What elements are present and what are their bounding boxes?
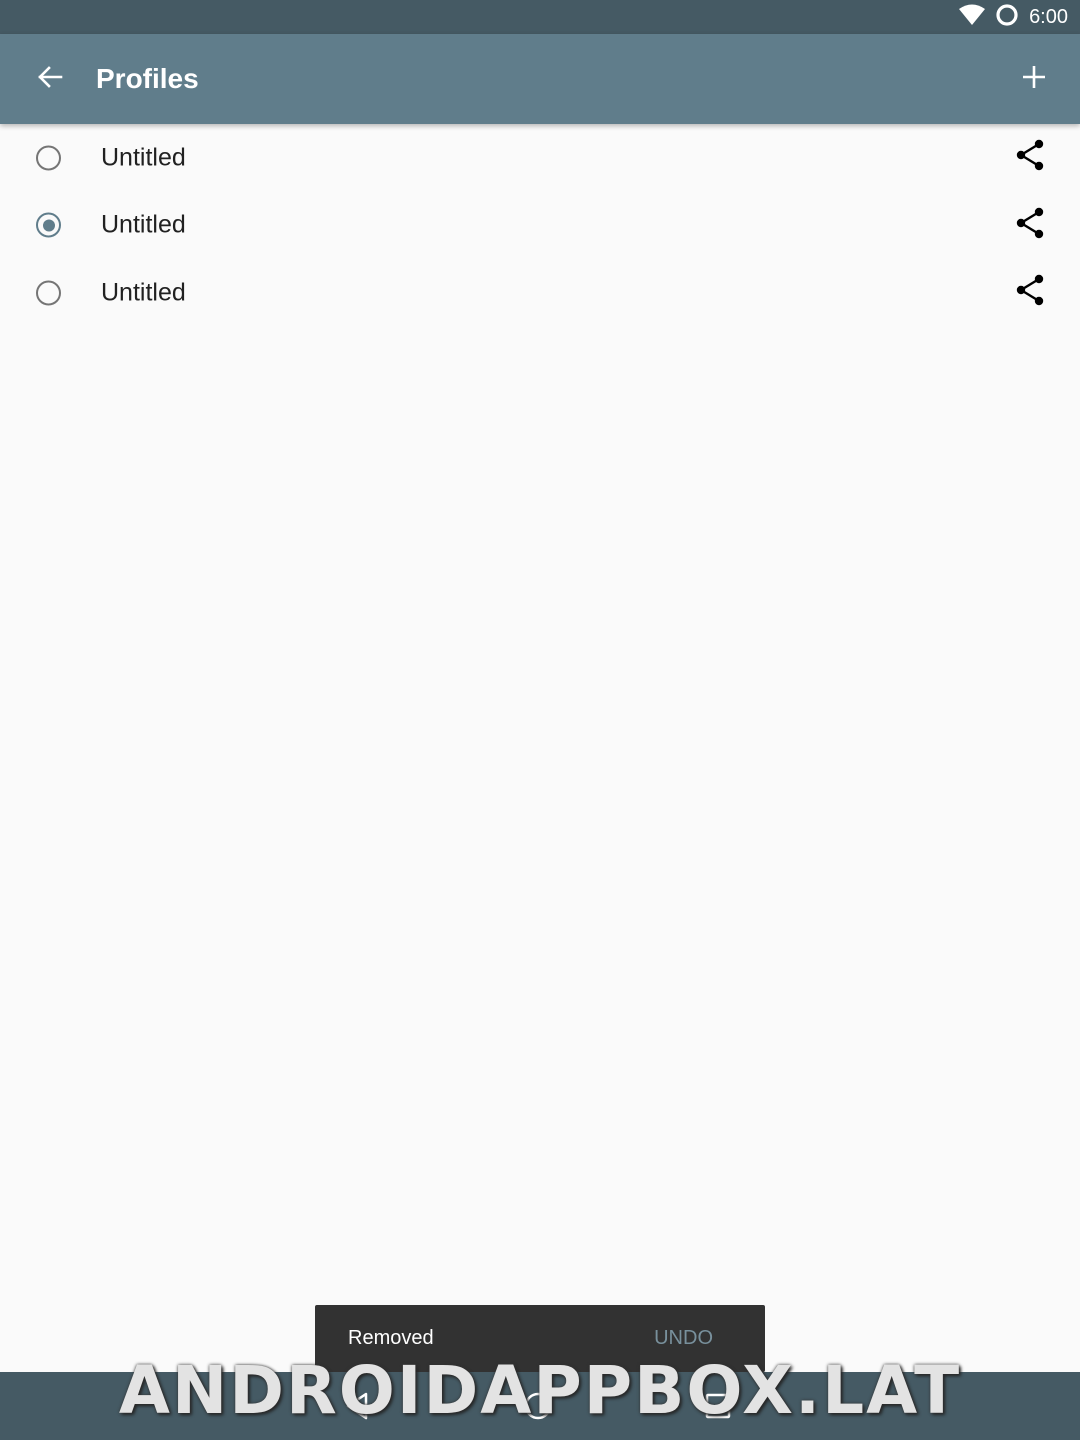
nav-home-button[interactable] — [518, 1386, 558, 1426]
plus-icon — [1021, 64, 1047, 95]
status-icons: 6:00 — [959, 0, 1068, 34]
profile-radio-unchecked[interactable] — [36, 280, 61, 306]
app-toolbar: Profiles — [0, 34, 1080, 124]
profile-row[interactable]: Untitled — [0, 192, 1080, 260]
share-icon — [1015, 139, 1045, 176]
sync-circle-icon — [995, 3, 1019, 32]
page-title: Profiles — [96, 63, 199, 94]
profile-radio-checked[interactable] — [36, 212, 61, 238]
status-time: 6:00 — [1029, 5, 1068, 28]
profile-list: Untitled Untitled Untitled — [0, 124, 1080, 327]
circle-home-icon — [518, 1392, 558, 1430]
navigation-bar — [0, 1372, 1080, 1440]
profile-radio-unchecked[interactable] — [36, 145, 61, 171]
wifi-icon — [959, 4, 986, 31]
share-button[interactable] — [1010, 138, 1050, 178]
nav-recents-button[interactable] — [698, 1386, 738, 1426]
back-button[interactable] — [22, 51, 78, 107]
arrow-back-icon — [36, 63, 64, 96]
status-bar: 6:00 — [0, 0, 1080, 34]
nav-back-button[interactable] — [338, 1386, 378, 1426]
add-profile-button[interactable] — [1006, 51, 1062, 107]
snackbar-message: Removed — [348, 1327, 434, 1349]
square-recents-icon — [698, 1393, 738, 1430]
share-button[interactable] — [1010, 205, 1050, 245]
radio-dot — [42, 219, 55, 232]
profile-name: Untitled — [101, 143, 186, 172]
profile-row[interactable]: Untitled — [0, 124, 1080, 192]
share-button[interactable] — [1010, 273, 1050, 313]
profile-name: Untitled — [101, 278, 186, 307]
share-icon — [1015, 207, 1045, 244]
share-icon — [1015, 274, 1045, 311]
undo-button[interactable]: UNDO — [654, 1305, 713, 1372]
snackbar: Removed UNDO — [315, 1305, 765, 1372]
profile-row[interactable]: Untitled — [0, 259, 1080, 327]
triangle-back-icon — [338, 1392, 378, 1430]
profile-name: Untitled — [101, 210, 186, 239]
